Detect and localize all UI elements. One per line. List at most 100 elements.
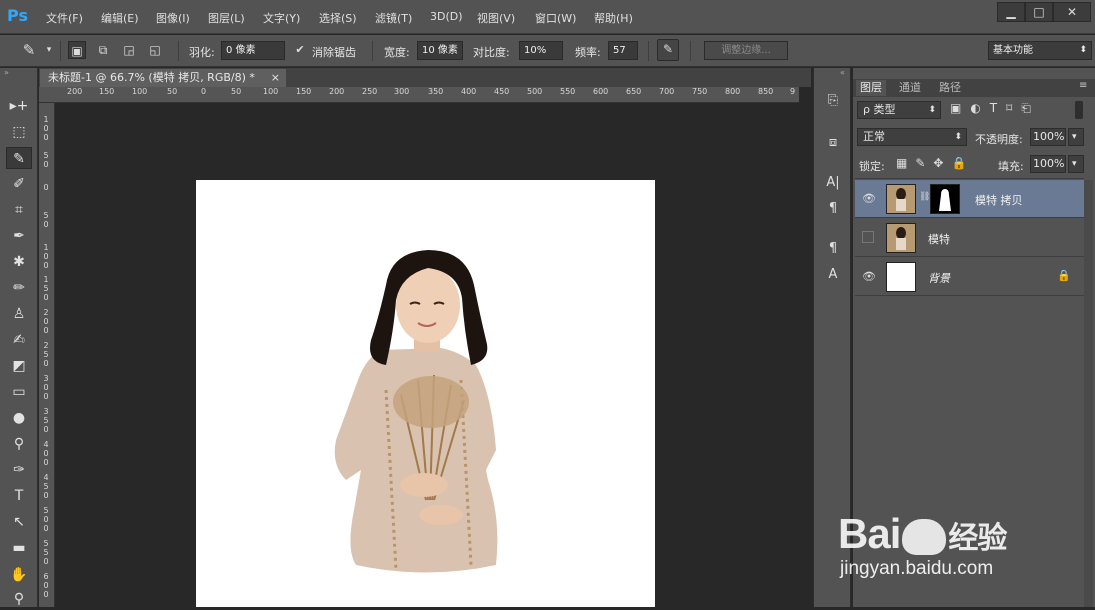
antialias-checkbox[interactable]: ✔ bbox=[293, 41, 307, 59]
character-styles-icon[interactable]: A bbox=[822, 264, 844, 286]
photoshop-logo[interactable]: Ps bbox=[7, 6, 28, 25]
close-tab-icon[interactable]: × bbox=[271, 69, 280, 87]
eye-icon[interactable]: 👁 bbox=[861, 191, 877, 207]
opacity-input[interactable]: 100% bbox=[1030, 128, 1066, 146]
menu-edit[interactable]: 编辑(E) bbox=[101, 10, 139, 26]
gradient-tool-icon[interactable]: ▭ bbox=[6, 381, 32, 403]
move-tool-icon[interactable]: ▸+ bbox=[6, 95, 32, 117]
document-canvas[interactable] bbox=[196, 180, 655, 607]
ruler-tick: 5 0 bbox=[43, 211, 49, 229]
subtract-from-selection-icon[interactable]: ◲ bbox=[120, 41, 138, 59]
eye-icon[interactable]: 👁 bbox=[861, 269, 877, 285]
blur-tool-icon[interactable]: ● bbox=[6, 407, 32, 429]
history-panel-icon[interactable]: ⎘ bbox=[822, 90, 844, 112]
paragraph-panel-icon[interactable]: ¶ bbox=[822, 198, 844, 220]
tool-preset-dropdown-icon[interactable]: ▾ bbox=[44, 41, 54, 59]
layer-filter-select[interactable]: ρ 类型 ⬍ bbox=[857, 101, 941, 119]
layer-mask-thumbnail[interactable] bbox=[930, 184, 960, 214]
fill-input[interactable]: 100% bbox=[1030, 155, 1066, 173]
ruler-tick: 550 bbox=[560, 87, 576, 96]
intersect-selection-icon[interactable]: ◱ bbox=[146, 41, 164, 59]
type-tool-icon[interactable]: T bbox=[6, 485, 32, 507]
minimize-button[interactable]: ▁ bbox=[997, 2, 1025, 22]
ruler-tick: 4 5 0 bbox=[43, 473, 49, 500]
layer-name[interactable]: 模特 bbox=[928, 231, 950, 247]
collapse-arrows-icon[interactable]: » bbox=[4, 68, 9, 77]
menu-filter[interactable]: 滤镜(T) bbox=[375, 10, 412, 26]
new-selection-icon[interactable]: ▣ bbox=[68, 41, 86, 59]
ruler-tick: 400 bbox=[461, 87, 477, 96]
crop-tool-icon[interactable]: ⌗ bbox=[6, 199, 32, 221]
healing-brush-tool-icon[interactable]: ✱ bbox=[6, 251, 32, 273]
menu-file[interactable]: 文件(F) bbox=[46, 10, 83, 26]
menu-layer[interactable]: 图层(L) bbox=[208, 10, 245, 26]
lock-options-icons[interactable]: ▦✎✥🔒 bbox=[896, 156, 974, 170]
menu-type[interactable]: 文字(Y) bbox=[263, 10, 300, 26]
add-to-selection-icon[interactable]: ⧉ bbox=[94, 41, 112, 59]
fill-slider-button[interactable]: ▾ bbox=[1068, 155, 1084, 173]
ruler-tick: 800 bbox=[725, 87, 741, 96]
layers-scrollbar[interactable] bbox=[1084, 180, 1093, 607]
menu-3d[interactable]: 3D(D) bbox=[430, 10, 463, 23]
menu-help[interactable]: 帮助(H) bbox=[594, 10, 633, 26]
horizontal-ruler: 200 150 100 50 0 50 100 150 200 250 300 … bbox=[39, 87, 799, 103]
contrast-input[interactable]: 10% bbox=[519, 41, 563, 60]
fill-label: 填充: bbox=[998, 160, 1024, 173]
feather-input[interactable]: 0 像素 bbox=[221, 41, 285, 60]
clone-stamp-tool-icon[interactable]: ♙ bbox=[6, 303, 32, 325]
lasso-tool-icon[interactable]: ✎ bbox=[6, 147, 32, 169]
ruler-tick: 700 bbox=[659, 87, 675, 96]
menu-window[interactable]: 窗口(W) bbox=[535, 10, 576, 26]
menu-select[interactable]: 选择(S) bbox=[319, 10, 357, 26]
layer-row-model-copy[interactable]: 👁 ⛓ 模特 拷贝 bbox=[855, 180, 1084, 218]
options-bar: ✎ ▾ ▣ ⧉ ◲ ◱ 羽化: 0 像素 ✔ 消除锯齿 宽度: 10 像素 对比… bbox=[0, 35, 1095, 67]
tab-paths[interactable]: 路径 bbox=[935, 80, 965, 96]
paragraph-styles-icon[interactable]: ¶ bbox=[822, 238, 844, 260]
lock-icon: 🔒 bbox=[1057, 269, 1071, 282]
dodge-tool-icon[interactable]: ⚲ bbox=[6, 433, 32, 455]
quick-selection-tool-icon[interactable]: ✐ bbox=[6, 173, 32, 195]
maximize-button[interactable]: □ bbox=[1025, 2, 1053, 22]
frequency-input[interactable]: 57 bbox=[608, 41, 638, 60]
path-selection-tool-icon[interactable]: ↖ bbox=[6, 511, 32, 533]
opacity-slider-button[interactable]: ▾ bbox=[1068, 128, 1084, 146]
blend-mode-select[interactable]: 正常 ⬍ bbox=[857, 128, 967, 146]
character-panel-icon[interactable]: A| bbox=[822, 172, 844, 194]
eraser-tool-icon[interactable]: ◩ bbox=[6, 355, 32, 377]
link-icon[interactable]: ⛓ bbox=[919, 192, 930, 202]
layer-row-model[interactable]: 模特 bbox=[855, 219, 1084, 257]
visibility-toggle-empty[interactable] bbox=[862, 231, 874, 243]
ruler-tick: 2 0 0 bbox=[43, 308, 49, 335]
workspace-select[interactable]: 基本功能 ⬍ bbox=[988, 41, 1092, 60]
menu-image[interactable]: 图像(I) bbox=[156, 10, 190, 26]
document-tab[interactable]: 未标题-1 @ 66.7% (模特 拷贝, RGB/8) * × bbox=[40, 69, 286, 87]
layer-thumbnail bbox=[886, 184, 916, 214]
menu-view[interactable]: 视图(V) bbox=[477, 10, 515, 26]
layer-name[interactable]: 模特 拷贝 bbox=[975, 192, 1023, 208]
quick-selection-tool-icon[interactable]: ✎ bbox=[20, 41, 38, 59]
pen-tool-icon[interactable]: ✑ bbox=[6, 459, 32, 481]
baidu-watermark-logo: Bai 经验 bbox=[838, 510, 1007, 557]
width-input[interactable]: 10 像素 bbox=[417, 41, 463, 60]
close-window-button[interactable]: ✕ bbox=[1053, 2, 1091, 22]
pen-pressure-icon[interactable]: ✎ bbox=[657, 39, 679, 61]
rectangle-tool-icon[interactable]: ▬ bbox=[6, 537, 32, 559]
layer-row-background[interactable]: 👁 背景 🔒 bbox=[855, 258, 1084, 296]
panel-menu-icon[interactable]: ≡ bbox=[1079, 80, 1087, 91]
history-brush-tool-icon[interactable]: ✍ bbox=[6, 329, 32, 351]
marquee-tool-icon[interactable]: ⬚ bbox=[6, 121, 32, 143]
layer-filter-icons[interactable]: ▣◐T⌑⎗ bbox=[950, 101, 1040, 116]
ruler-tick: 0 bbox=[201, 87, 207, 96]
hand-tool-icon[interactable]: ✋ bbox=[6, 564, 32, 586]
layer-thumbnail bbox=[886, 262, 916, 292]
filter-toggle-switch[interactable] bbox=[1075, 101, 1083, 119]
refine-edge-button[interactable]: 调整边缘... bbox=[704, 41, 788, 60]
navigator-panel-icon[interactable]: ⧈ bbox=[822, 132, 844, 154]
brush-tool-icon[interactable]: ✏ bbox=[6, 277, 32, 299]
layer-name[interactable]: 背景 bbox=[928, 270, 950, 286]
tab-channels[interactable]: 通道 bbox=[895, 80, 925, 96]
opacity-label: 不透明度: bbox=[975, 133, 1023, 146]
eyedropper-tool-icon[interactable]: ✒ bbox=[6, 225, 32, 247]
collapse-arrows-icon[interactable]: « bbox=[840, 68, 845, 77]
tab-layers[interactable]: 图层 bbox=[856, 80, 886, 96]
